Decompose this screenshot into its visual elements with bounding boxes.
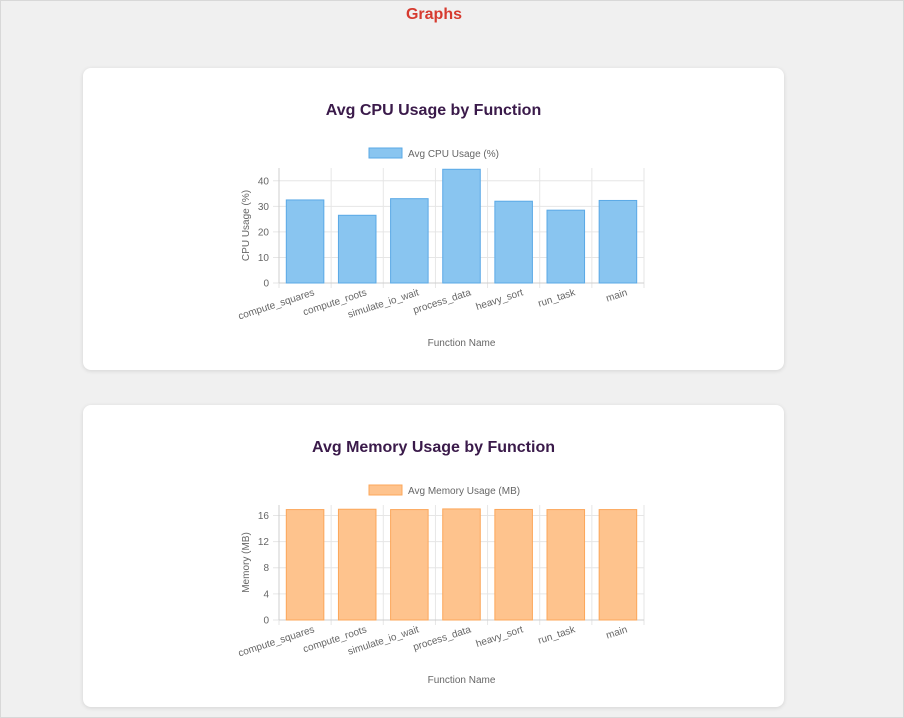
mem-y-axis-title: Memory (MB): [241, 532, 252, 593]
cpu-y-tick-label: 30: [258, 202, 270, 213]
mem-bar-simulate_io_wait[interactable]: [390, 509, 429, 621]
mem-bar-heavy_sort[interactable]: [494, 508, 533, 621]
cpu-y-axis-title: CPU Usage (%): [241, 190, 252, 261]
mem-bar-main[interactable]: [598, 509, 638, 621]
cpu-bar-simulate_io_wait[interactable]: [390, 198, 429, 284]
mem-y-tick-label: 16: [258, 511, 270, 522]
cpu-x-tick-label: run_task: [537, 287, 578, 310]
mem-legend[interactable]: Avg Memory Usage (MB): [368, 484, 520, 497]
cpu-bar-main[interactable]: [598, 199, 638, 284]
cpu-chart-card: Avg CPU Usage by Function 0 10 20 30 40 compu…: [83, 68, 784, 370]
memory-usage-chart: 0481216compute_squarescompute_rootssimul…: [237, 484, 645, 686]
mem-y-tick-label: 8: [263, 563, 269, 574]
cpu-bar-heavy_sort[interactable]: [494, 200, 533, 284]
mem-x-tick-label: heavy_sort: [475, 624, 525, 650]
cpu-legend[interactable]: Avg CPU Usage (%): [368, 147, 499, 160]
cpu-x-axis-title: Function Name: [428, 338, 496, 349]
page-title: Graphs: [405, 6, 462, 23]
cpu-legend-label[interactable]: Avg CPU Usage (%): [408, 149, 499, 160]
mem-legend-swatch[interactable]: [368, 484, 403, 496]
cpu-bar-run_task[interactable]: [546, 209, 586, 284]
mem-x-tick-label: main: [605, 624, 629, 641]
mem-legend-label[interactable]: Avg Memory Usage (MB): [408, 486, 520, 497]
cpu-legend-swatch[interactable]: [368, 147, 403, 159]
cpu-x-tick-label: process_data: [412, 287, 473, 316]
cpu-bar-compute_squares[interactable]: [285, 199, 325, 284]
cpu-usage-chart: 010203040compute_squarescompute_rootssim…: [237, 147, 645, 349]
mem-bar-compute_squares[interactable]: [285, 509, 325, 621]
cpu-x-tick-label: main: [605, 287, 629, 304]
mem-y-tick-label: 0: [263, 616, 269, 627]
app-frame: Graphs Avg CPU Usage by Function 0 10 20 30…: [0, 0, 904, 718]
cpu-bar-process_data[interactable]: [442, 168, 481, 284]
mem-x-tick-label: process_data: [412, 624, 473, 653]
cpu-y-tick-label: 40: [258, 176, 270, 187]
cpu-y-tick-label: 10: [258, 253, 270, 264]
mem-y-tick-label: 4: [263, 589, 269, 600]
memory-chart-card: Avg Memory Usage by Function 0 4 8 12 16 comp…: [83, 405, 784, 707]
cpu-y-tick-label: 20: [258, 227, 270, 238]
mem-bar-compute_roots[interactable]: [337, 508, 377, 621]
cpu-x-tick-label: heavy_sort: [475, 287, 525, 313]
mem-y-tick-label: 12: [258, 537, 270, 548]
mem-bar-process_data[interactable]: [442, 508, 481, 621]
mem-bar-run_task[interactable]: [546, 509, 586, 621]
mem-x-tick-label: run_task: [537, 624, 578, 647]
cpu-bar-compute_roots[interactable]: [337, 214, 377, 284]
cpu-y-tick-label: 0: [263, 279, 269, 290]
mem-x-axis-title: Function Name: [428, 675, 496, 686]
